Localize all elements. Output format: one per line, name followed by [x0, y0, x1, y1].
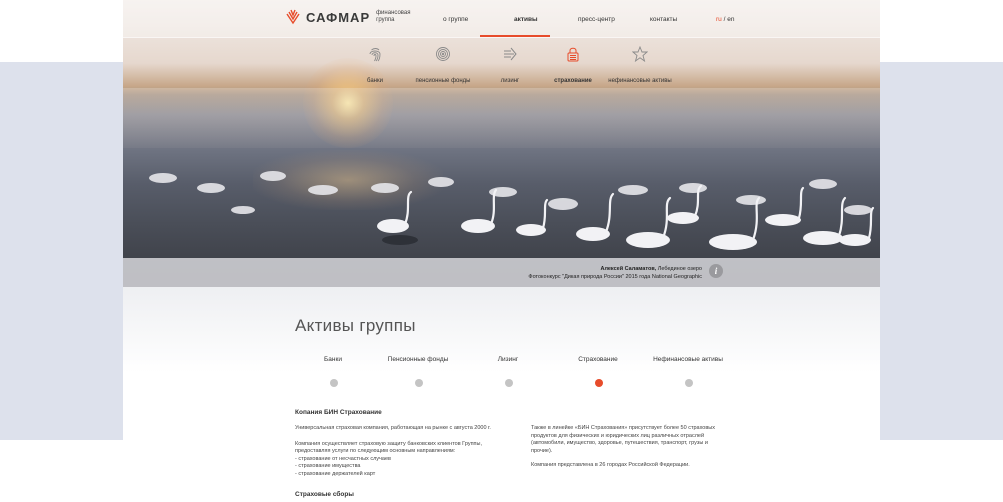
assets-section: Активы группы Банки Пенсионные фонды Лиз… — [123, 287, 880, 502]
fingerprint-icon — [369, 48, 381, 62]
subnav-banks-label: банки — [367, 78, 383, 84]
tab-dot-leasing[interactable] — [505, 379, 513, 387]
company-services: Компания осуществляет страховую защиту б… — [295, 441, 495, 479]
photo-author: Алексей Саламатов, — [600, 266, 657, 272]
brand-name: САФМАР — [306, 9, 371, 25]
brand-subtitle: финансовая группа — [376, 10, 411, 23]
page: САФМАР финансовая группа о группе активы… — [123, 0, 880, 502]
star-icon — [632, 46, 648, 62]
company-description-left: Универсальная страховая компания, работа… — [295, 425, 495, 486]
brand-logo[interactable]: САФМАР финансовая группа — [285, 9, 416, 25]
company-description-right: Также в линейке «БИН Страхования» присут… — [531, 425, 716, 477]
info-icon[interactable]: i — [709, 264, 723, 278]
subnav-non-financial-label: нефинансовые активы — [608, 78, 672, 84]
tab-non-financial[interactable]: Нефинансовые активы — [628, 356, 748, 363]
tab-dot-banks[interactable] — [330, 379, 338, 387]
subnav-pension-funds-label: пенсионные фонды — [415, 78, 471, 84]
tab-dot-pension-funds[interactable] — [415, 379, 423, 387]
top-navigation-bar — [123, 0, 880, 38]
subnav-non-financial[interactable]: нефинансовые активы — [595, 46, 685, 87]
spiral-icon — [436, 47, 450, 61]
products-line: прочие). — [531, 447, 553, 454]
arrow-right-icon — [504, 47, 517, 61]
services-line: предоставляя услуги по следующим основны… — [295, 448, 456, 454]
photo-contest: Фотоконкурс "Дикая природа России" 2015 … — [528, 274, 702, 280]
products-line: (автомобили, имущество, здоровье, путеше… — [531, 440, 708, 446]
services-item: - страхование держателей карт — [295, 470, 376, 477]
photo-place: Лебединое озеро — [656, 266, 702, 272]
company-intro: Универсальная страховая компания, работа… — [295, 425, 491, 431]
active-nav-underline — [480, 35, 550, 37]
services-item: - страхование имущества — [295, 463, 361, 469]
products-line: продуктов для физических и юридических л… — [531, 432, 705, 439]
tab-dot-insurance[interactable] — [595, 379, 603, 387]
top-divider — [123, 37, 880, 38]
lock-icon — [567, 47, 579, 62]
services-line: Компания осуществляет страховую защиту б… — [295, 440, 483, 447]
lang-en[interactable]: en — [727, 16, 734, 23]
subnav-leasing-label: лизинг — [500, 78, 520, 84]
subnav-insurance-label: страхование — [554, 78, 592, 84]
company-presence: Компания представлена в 26 городах Росси… — [531, 462, 690, 468]
nav-press-center[interactable]: пресс-центр — [578, 16, 615, 23]
services-item: - страхование от несчастных случаев — [295, 455, 391, 462]
nav-about[interactable]: о группе — [443, 16, 468, 23]
hero-photo: САФМАР финансовая группа о группе активы… — [123, 0, 880, 287]
tab-dot-non-financial[interactable] — [685, 379, 693, 387]
section-title: Активы группы — [295, 316, 416, 335]
nav-assets[interactable]: активы — [514, 16, 538, 23]
company-products: Также в линейке «БИН Страхования» присут… — [531, 425, 716, 455]
language-switcher: ru / en — [716, 16, 734, 23]
logo-mark-icon — [286, 9, 300, 25]
swans-illustration — [149, 171, 875, 250]
photo-caption: Алексей Саламатов, Лебединое озеро Фоток… — [528, 265, 702, 281]
products-line: Также в линейке «БИН Страхования» присут… — [531, 425, 715, 431]
nav-contacts[interactable]: контакты — [650, 16, 677, 23]
company-title: Копания БИН Страхование — [295, 409, 382, 416]
photo-caption-bar — [123, 258, 880, 287]
insurance-fees-title: Страховые сборы — [295, 491, 354, 498]
